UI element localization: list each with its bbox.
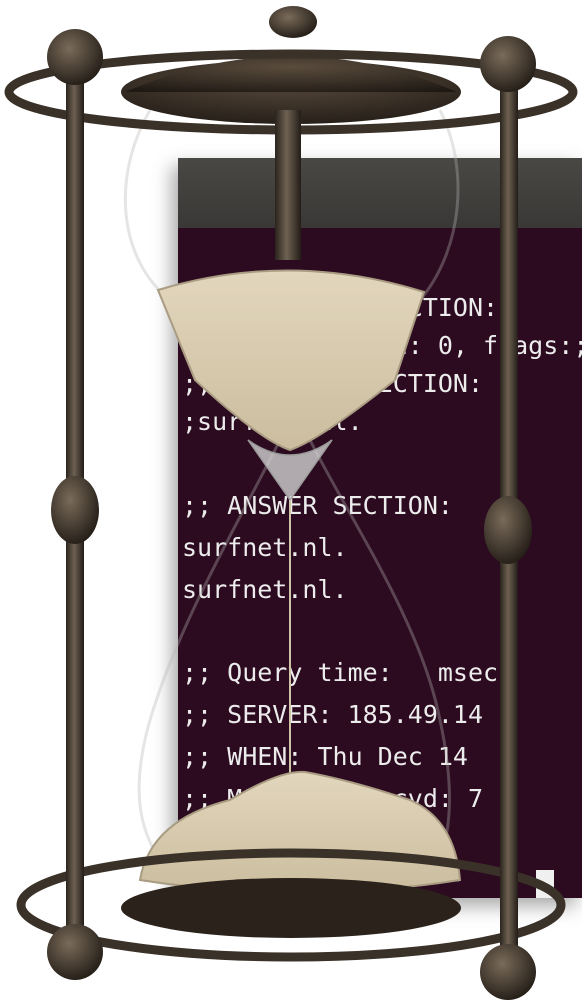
right-foot-ball — [480, 944, 536, 1000]
glass-outline-right — [308, 109, 460, 861]
bottom-sand — [138, 770, 462, 894]
right-mid-bulb — [484, 496, 532, 564]
left-foot-ball — [47, 924, 103, 980]
glass-outline-left — [123, 109, 282, 861]
left-mid-bulb — [51, 476, 99, 544]
hourglass-image — [4, 6, 578, 1000]
left-top-ball — [47, 29, 103, 85]
center-back-pillar — [275, 110, 301, 260]
top-knob — [269, 6, 317, 38]
top-sand — [156, 269, 426, 452]
right-top-ball — [480, 36, 536, 92]
bottom-base — [121, 878, 461, 938]
